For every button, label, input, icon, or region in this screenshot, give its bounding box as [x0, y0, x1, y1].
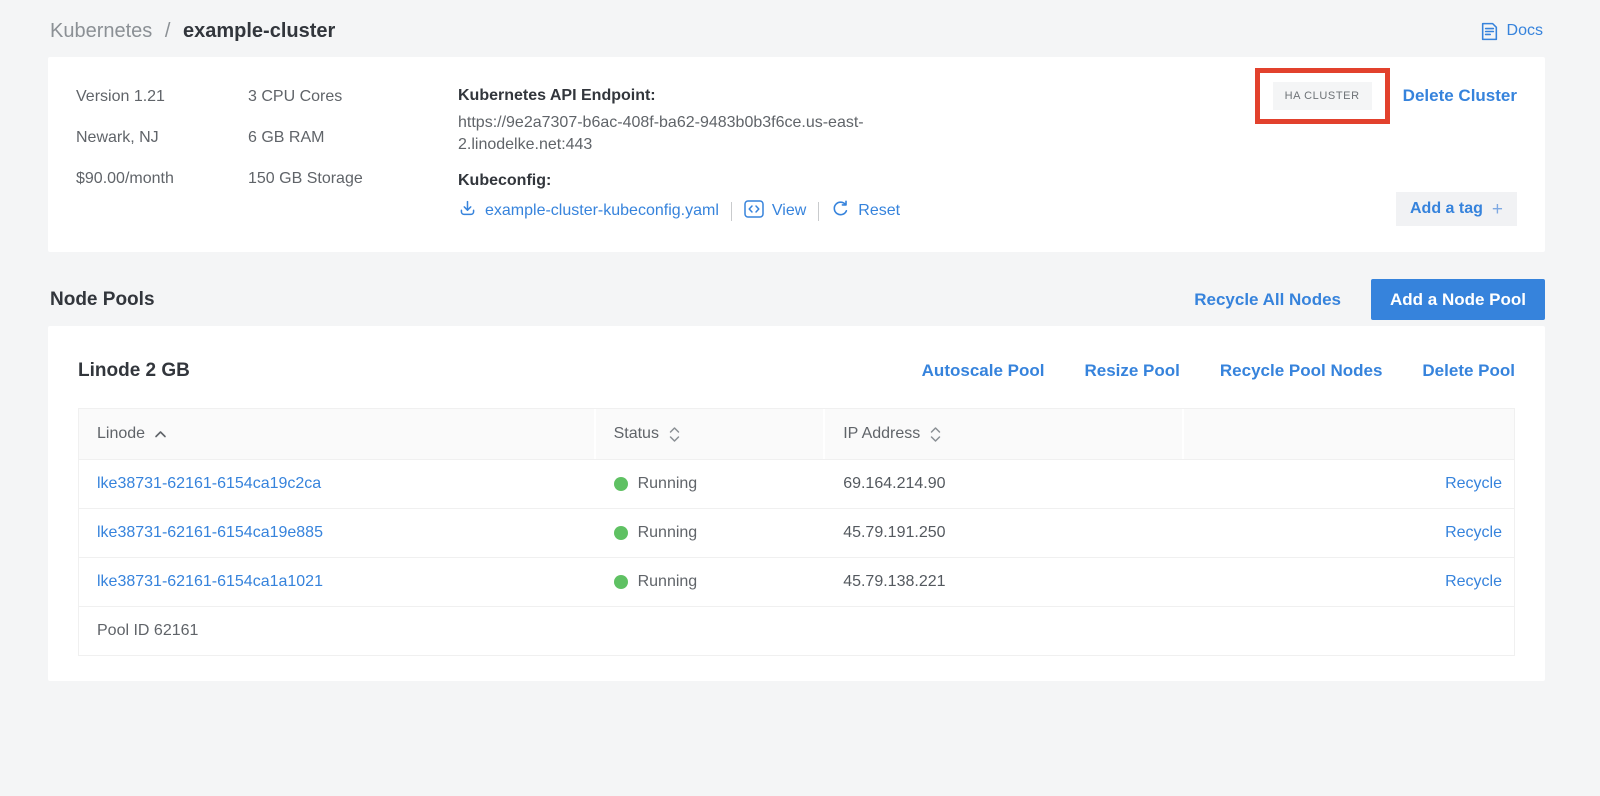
cluster-ram: 6 GB RAM [248, 126, 458, 150]
node-actions-cell: Recycle [1184, 509, 1514, 557]
table-header-row: Linode Status [79, 409, 1514, 459]
docs-icon [1479, 21, 1500, 42]
cluster-region: Newark, NJ [76, 126, 248, 150]
recycle-node-button[interactable]: Recycle [1445, 524, 1502, 542]
pool-header: Linode 2 GB Autoscale Pool Resize Pool R… [78, 356, 1515, 386]
sort-both-icon [668, 426, 681, 443]
divider [818, 202, 819, 221]
recycle-node-button[interactable]: Recycle [1445, 573, 1502, 591]
table-body: lke38731-62161-6154ca19c2ca Running 69.1… [79, 459, 1514, 606]
download-kubeconfig-link[interactable]: example-cluster-kubeconfig.yaml [458, 199, 719, 223]
cluster-actions: HA CLUSTER Delete Cluster [1255, 68, 1517, 124]
node-ip-cell: 45.79.138.221 [825, 558, 1184, 606]
node-link[interactable]: lke38731-62161-6154ca19e885 [97, 524, 323, 542]
pool-id: Pool ID 62161 [97, 622, 198, 640]
node-status-cell: Running [596, 558, 826, 606]
status-running-dot [614, 575, 628, 589]
summary-right-column: HA CLUSTER Delete Cluster Add a tag + [1255, 68, 1517, 226]
breadcrumb-kubernetes-link[interactable]: Kubernetes [50, 20, 152, 42]
reset-kubeconfig-button[interactable]: Reset [831, 199, 900, 223]
cluster-price: $90.00/month [76, 167, 248, 191]
breadcrumb-cluster-name: example-cluster [183, 20, 335, 42]
resize-pool-button[interactable]: Resize Pool [1084, 361, 1179, 381]
cluster-specs-column-1: Version 1.21 Newark, NJ $90.00/month [76, 85, 248, 208]
download-icon [458, 199, 477, 223]
cluster-storage: 150 GB Storage [248, 167, 458, 191]
refresh-icon [831, 199, 850, 223]
cluster-specs-column-2: 3 CPU Cores 6 GB RAM 150 GB Storage [248, 85, 458, 208]
sort-both-icon [929, 426, 942, 443]
node-ip-cell: 69.164.214.90 [825, 460, 1184, 508]
api-endpoint-url: https://9e2a7307-b6ac-408f-ba62-9483b0b3… [458, 112, 908, 156]
delete-pool-button[interactable]: Delete Pool [1422, 361, 1515, 381]
node-actions-cell: Recycle [1184, 460, 1514, 508]
add-tag-button[interactable]: Add a tag + [1396, 192, 1517, 226]
node-row: lke38731-62161-6154ca19e885 Running 45.7… [79, 508, 1514, 557]
pool-actions: Autoscale Pool Resize Pool Recycle Pool … [922, 361, 1515, 381]
cluster-cpu: 3 CPU Cores [248, 85, 458, 109]
node-status-cell: Running [596, 509, 826, 557]
add-tag-label: Add a tag [1410, 200, 1483, 218]
delete-cluster-button[interactable]: Delete Cluster [1403, 86, 1517, 106]
breadcrumb: Kubernetes / example-cluster [50, 18, 335, 44]
column-label-status: Status [614, 425, 659, 443]
cluster-version: Version 1.21 [76, 85, 248, 109]
code-icon [744, 200, 764, 223]
column-header-ip-address[interactable]: IP Address [825, 409, 1184, 459]
sort-ascending-icon [154, 430, 167, 439]
top-bar: Kubernetes / example-cluster Docs [48, 0, 1545, 57]
ha-cluster-badge: HA CLUSTER [1273, 82, 1372, 110]
node-row: lke38731-62161-6154ca19c2ca Running 69.1… [79, 459, 1514, 508]
node-link[interactable]: lke38731-62161-6154ca19c2ca [97, 475, 321, 493]
add-node-pool-button[interactable]: Add a Node Pool [1371, 279, 1545, 320]
column-header-status[interactable]: Status [596, 409, 826, 459]
api-endpoint-label: Kubernetes API Endpoint: [458, 85, 908, 107]
docs-link[interactable]: Docs [1479, 21, 1543, 42]
node-pools-title: Node Pools [48, 289, 155, 311]
kubeconfig-actions: example-cluster-kubeconfig.yaml View [458, 199, 908, 223]
node-name-cell: lke38731-62161-6154ca19e885 [79, 509, 596, 557]
node-pools-header: Node Pools Recycle All Nodes Add a Node … [48, 279, 1545, 320]
kubeconfig-label: Kubeconfig: [458, 170, 908, 192]
node-link[interactable]: lke38731-62161-6154ca1a1021 [97, 573, 323, 591]
pool-name: Linode 2 GB [78, 360, 190, 382]
node-pool-card: Linode 2 GB Autoscale Pool Resize Pool R… [48, 326, 1545, 681]
column-header-actions [1184, 409, 1514, 459]
column-label-linode: Linode [97, 425, 145, 443]
status-running-dot [614, 477, 628, 491]
node-ip-cell: 45.79.191.250 [825, 509, 1184, 557]
divider [731, 202, 732, 221]
view-label: View [772, 202, 806, 220]
status-label: Running [638, 524, 698, 542]
annotation-highlight-box: HA CLUSTER [1255, 68, 1390, 124]
status-label: Running [638, 573, 698, 591]
plus-icon: + [1492, 200, 1503, 219]
node-pools-actions: Recycle All Nodes Add a Node Pool [1194, 279, 1545, 320]
node-name-cell: lke38731-62161-6154ca19c2ca [79, 460, 596, 508]
recycle-node-button[interactable]: Recycle [1445, 475, 1502, 493]
autoscale-pool-button[interactable]: Autoscale Pool [922, 361, 1045, 381]
reset-label: Reset [858, 202, 900, 220]
endpoint-section: Kubernetes API Endpoint: https://9e2a730… [458, 85, 908, 223]
status-running-dot [614, 526, 628, 540]
node-status-cell: Running [596, 460, 826, 508]
cluster-summary-card: Version 1.21 Newark, NJ $90.00/month 3 C… [48, 57, 1545, 252]
column-header-linode[interactable]: Linode [79, 409, 596, 459]
docs-label: Docs [1507, 22, 1543, 40]
kubernetes-cluster-page: Kubernetes / example-cluster Docs Versio… [0, 0, 1600, 681]
table-footer-row: Pool ID 62161 [79, 606, 1514, 655]
recycle-all-nodes-button[interactable]: Recycle All Nodes [1194, 290, 1341, 310]
node-actions-cell: Recycle [1184, 558, 1514, 606]
kubeconfig-filename: example-cluster-kubeconfig.yaml [485, 202, 719, 220]
node-row: lke38731-62161-6154ca1a1021 Running 45.7… [79, 557, 1514, 606]
status-label: Running [638, 475, 698, 493]
column-label-ip-address: IP Address [843, 425, 920, 443]
recycle-pool-nodes-button[interactable]: Recycle Pool Nodes [1220, 361, 1383, 381]
breadcrumb-separator: / [165, 20, 171, 42]
view-kubeconfig-button[interactable]: View [744, 200, 806, 223]
node-name-cell: lke38731-62161-6154ca1a1021 [79, 558, 596, 606]
nodes-table: Linode Status [78, 408, 1515, 656]
